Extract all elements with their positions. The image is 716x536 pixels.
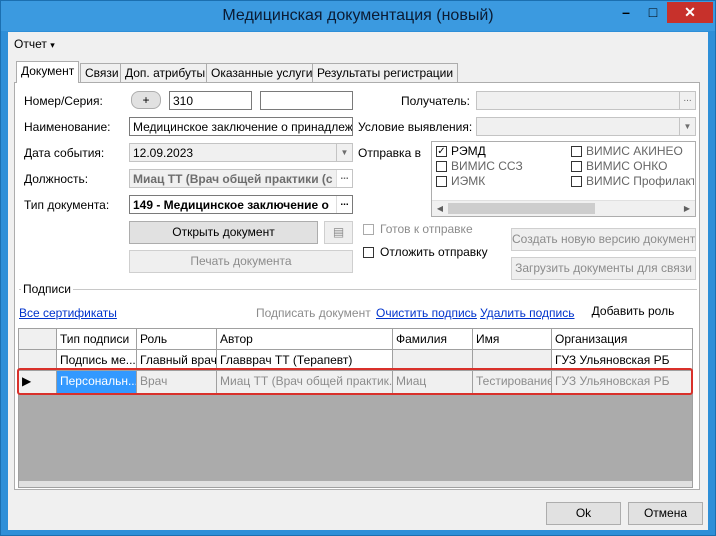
recipient-label: Получатель:: [401, 94, 470, 108]
position-field[interactable]: Миац ТТ (Врач общей практики (с ...: [129, 169, 353, 188]
add-role-button[interactable]: Добавить роль: [578, 300, 688, 323]
send-target-label: ВИМИС ССЗ: [451, 159, 523, 173]
event-date-label: Дата события:: [24, 146, 105, 160]
cancel-button[interactable]: Отмена: [628, 502, 703, 525]
delete-signature-link[interactable]: Удалить подпись: [480, 306, 575, 320]
position-value: Миац ТТ (Врач общей практики (с: [133, 172, 333, 186]
ellipsis-button[interactable]: ...: [336, 196, 352, 213]
ellipsis-button[interactable]: ...: [679, 92, 695, 109]
checkbox-vimis-prof[interactable]: [571, 176, 582, 187]
send-target-label: ИЭМК: [451, 174, 486, 188]
column-header-role[interactable]: Роль: [137, 329, 217, 350]
close-icon[interactable]: ✕: [667, 2, 713, 23]
checkbox-postpone[interactable]: [363, 247, 374, 258]
chevron-down-icon: ▾: [50, 40, 55, 50]
column-header-author[interactable]: Автор: [217, 329, 393, 350]
minimize-icon[interactable]: –: [613, 2, 639, 23]
checkbox-ready[interactable]: [363, 224, 374, 235]
tab-additional-attributes[interactable]: Доп. атрибуты: [120, 63, 211, 82]
all-certificates-link[interactable]: Все сертификаты: [19, 306, 117, 320]
signatures-group-border: [19, 289, 697, 290]
condition-select[interactable]: ▼: [476, 117, 696, 136]
condition-label: Условие выявления:: [358, 120, 473, 134]
checkbox-vimis-onko[interactable]: [571, 161, 582, 172]
ready-label: Готов к отправке: [380, 222, 473, 236]
doc-type-label: Тип документа:: [24, 198, 110, 212]
chevron-right-icon[interactable]: ▶: [679, 201, 695, 216]
position-label: Должность:: [24, 172, 89, 186]
doc-type-field[interactable]: 149 - Медицинское заключение о ...: [129, 195, 353, 214]
event-date-picker[interactable]: 12.09.2023 ▼: [129, 143, 353, 162]
checkbox-remd[interactable]: ✓: [436, 146, 447, 157]
series-input[interactable]: [260, 91, 353, 110]
window-title: Медицинская документация (новый): [222, 7, 494, 24]
create-new-version-button[interactable]: Создать новую версию документ: [511, 228, 696, 251]
recipient-field[interactable]: ...: [476, 91, 696, 110]
maximize-icon[interactable]: □: [640, 2, 666, 23]
open-document-button[interactable]: Открыть документ: [129, 221, 318, 244]
chevron-down-icon[interactable]: ▼: [336, 144, 352, 161]
name-label: Наименование:: [24, 120, 111, 134]
signatures-group-label: Подписи: [21, 282, 73, 296]
tab-services[interactable]: Оказанные услуги: [206, 63, 318, 82]
column-header-last-name[interactable]: Фамилия: [393, 329, 473, 350]
send-targets-list[interactable]: ✓ РЭМД ВИМИС АКИНЕО ВИМИС ССЗ ВИМИС ОНКО…: [431, 141, 696, 217]
chevron-down-icon[interactable]: ▼: [679, 118, 695, 135]
menu-report-label: Отчет: [14, 37, 47, 51]
number-label: Номер/Серия:: [24, 94, 103, 108]
horizontal-scrollbar[interactable]: ◀ ▶: [432, 200, 695, 216]
tab-document[interactable]: Документ: [16, 61, 80, 83]
name-input[interactable]: Медицинское заключение о принадлежнос: [129, 117, 353, 136]
number-input[interactable]: 310: [169, 91, 252, 110]
document-icon[interactable]: ▤: [324, 221, 353, 244]
chevron-left-icon[interactable]: ◀: [432, 201, 448, 216]
doc-type-value: 149 - Медицинское заключение о: [133, 198, 329, 212]
tab-registration-results[interactable]: Результаты регистрации: [312, 63, 459, 82]
clear-signature-link[interactable]: Очистить подпись: [376, 306, 477, 320]
checkbox-vimis-ssz[interactable]: [436, 161, 447, 172]
print-document-button[interactable]: Печать документа: [129, 250, 353, 273]
ok-button[interactable]: Ok: [546, 502, 621, 525]
row-header-cell: [19, 329, 57, 350]
title-bar[interactable]: Медицинская документация (новый) – □ ✕: [1, 1, 715, 31]
dialog-window: Медицинская документация (новый) – □ ✕ О…: [0, 0, 716, 536]
dialog-client-area: Отчет ▾ Документ Связи Доп. атрибуты Ока…: [8, 32, 708, 530]
scrollbar-thumb[interactable]: [448, 203, 595, 214]
menu-report[interactable]: Отчет ▾: [14, 37, 55, 53]
load-documents-button[interactable]: Загрузить документы для связи: [511, 257, 696, 280]
ellipsis-button[interactable]: ...: [336, 170, 352, 187]
sign-document-link[interactable]: Подписать документ: [256, 306, 371, 320]
grid-bottom-area: [19, 481, 692, 487]
send-target-label: ВИМИС ОНКО: [586, 159, 668, 173]
column-header-first-name[interactable]: Имя: [473, 329, 552, 350]
checkbox-vimis-akineo[interactable]: [571, 146, 582, 157]
send-target-label: РЭМД: [451, 144, 486, 158]
send-target-label: ВИМИС АКИНЕО: [586, 144, 683, 158]
event-date-value: 12.09.2023: [133, 146, 194, 160]
postpone-label: Отложить отправку: [380, 245, 488, 259]
signatures-grid[interactable]: Тип подписи Роль Автор Фамилия Имя Орган…: [18, 328, 693, 488]
grid-header-row: Тип подписи Роль Автор Фамилия Имя Орган…: [19, 329, 693, 350]
checkbox-iemk[interactable]: [436, 176, 447, 187]
add-number-button[interactable]: +: [131, 91, 161, 109]
send-target-label: ВИМИС Профилактика: [586, 174, 694, 188]
send-to-label: Отправка в: [358, 146, 421, 160]
column-header-organization[interactable]: Организация: [552, 329, 693, 350]
selected-row-highlight: [17, 368, 693, 395]
tab-links[interactable]: Связи: [80, 63, 124, 82]
column-header-sign-type[interactable]: Тип подписи: [57, 329, 137, 350]
